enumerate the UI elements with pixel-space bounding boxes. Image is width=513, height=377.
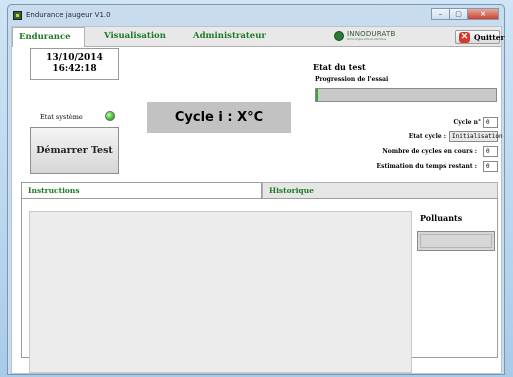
tab-endurance[interactable]: Endurance xyxy=(12,27,85,47)
quit-button[interactable]: ✕ Quitter xyxy=(455,30,505,44)
minimize-button[interactable]: – xyxy=(431,8,449,20)
start-test-button[interactable]: Démarrer Test xyxy=(30,127,119,174)
quit-label: Quitter xyxy=(474,33,505,42)
instructions-area[interactable] xyxy=(29,211,412,373)
progress-bar xyxy=(315,88,497,102)
system-state-led-icon xyxy=(105,111,115,121)
maximize-button[interactable]: ▢ xyxy=(449,8,467,20)
remaining-time-field[interactable]: 0 xyxy=(483,161,498,172)
company-logo: INNODURATB Technologies Lithium-Airbrime… xyxy=(334,30,396,43)
time-text: 16:42:18 xyxy=(52,64,97,74)
progress-bar-fill xyxy=(316,89,318,101)
tab-visualisation[interactable]: Visualisation xyxy=(98,27,174,46)
cycles-in-progress-label: Nombre de cycles en cours : xyxy=(382,148,477,155)
polluants-indicator xyxy=(417,231,495,251)
cycle-display: Cycle i : X°C xyxy=(147,102,291,133)
test-state-title: Etat du test xyxy=(313,62,366,72)
logo-icon xyxy=(334,31,344,41)
cycle-number-field[interactable]: 0 xyxy=(483,117,498,128)
title-bar[interactable]: Endurance jaugeur V1.0 – ▢ × xyxy=(8,5,504,26)
progress-label: Progression de l'essai xyxy=(315,76,389,83)
cycle-state-label: Etat cycle : xyxy=(408,133,446,140)
remaining-time-label: Estimation du temps restant : xyxy=(376,163,477,170)
app-icon xyxy=(13,11,22,20)
logo-subtitle: Technologies Lithium-Airbrimes xyxy=(347,38,387,41)
menu-bar: Endurance Visualisation Administrateur I… xyxy=(12,27,505,47)
datetime-display: 13/10/2014 16:42:18 xyxy=(30,48,119,80)
app-window: Endurance jaugeur V1.0 – ▢ × Endurance V… xyxy=(7,4,505,375)
cycle-state-field: Initialisation xyxy=(449,131,503,142)
close-icon: ✕ xyxy=(459,32,470,43)
tab-historique[interactable]: Historique xyxy=(262,182,498,199)
bottom-tabs: Instructions Historique xyxy=(21,182,498,199)
close-button[interactable]: × xyxy=(467,8,499,20)
logo-text: INNODURATB xyxy=(347,30,396,38)
tab-administrateur[interactable]: Administrateur xyxy=(187,27,275,46)
window-title: Endurance jaugeur V1.0 xyxy=(26,11,111,19)
cycles-in-progress-field[interactable]: 0 xyxy=(483,146,498,157)
tab-instructions[interactable]: Instructions xyxy=(21,182,262,199)
window-controls: – ▢ × xyxy=(431,8,499,20)
polluants-label: Polluants xyxy=(420,213,463,223)
date-text: 13/10/2014 xyxy=(46,53,103,63)
cycle-number-label: Cycle n° xyxy=(453,119,481,126)
system-state-label: Etat système xyxy=(40,113,83,121)
